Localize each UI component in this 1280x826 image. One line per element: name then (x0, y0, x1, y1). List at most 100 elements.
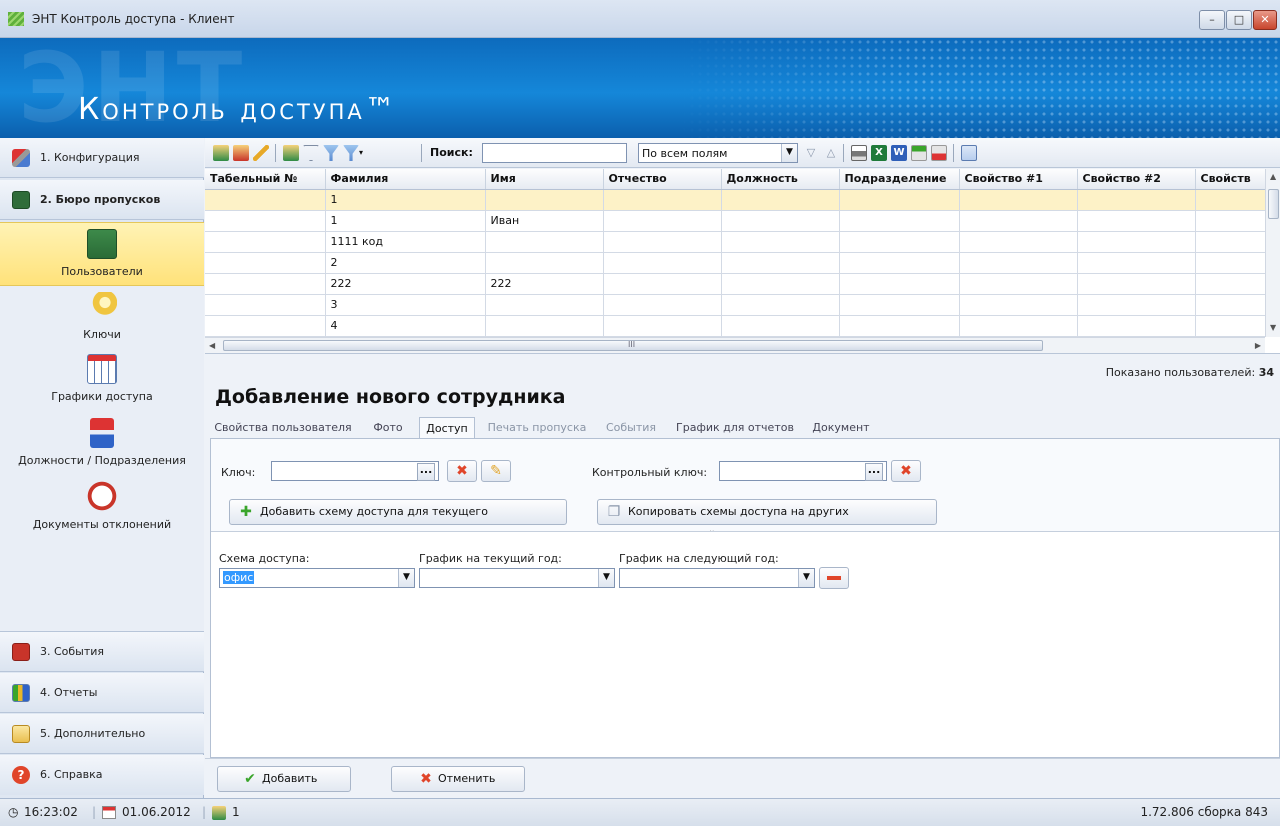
sub-item-users[interactable]: Пользователи (0, 222, 204, 286)
table-cell[interactable] (603, 189, 722, 211)
key-clear-button[interactable]: ✖ (447, 460, 477, 482)
table-cell[interactable] (959, 189, 1078, 211)
table-cell[interactable]: 1 (325, 189, 486, 211)
control-key-input[interactable] (719, 461, 887, 481)
table-cell[interactable] (1195, 210, 1266, 232)
scroll-down-icon[interactable]: ▼ (1270, 323, 1276, 332)
table-row[interactable]: 1 (205, 189, 1266, 211)
table-cell[interactable] (1077, 252, 1196, 274)
close-button[interactable]: ✕ (1253, 10, 1277, 30)
search-up-icon[interactable]: △ (823, 145, 839, 161)
table-cell[interactable] (205, 273, 326, 295)
next-year-schedule-select[interactable]: ▼ (619, 568, 815, 588)
table-cell[interactable] (603, 231, 722, 253)
table-cell[interactable] (839, 210, 960, 232)
table-cell[interactable] (485, 189, 604, 211)
search-down-icon[interactable]: ▽ (803, 145, 819, 161)
nav-help[interactable]: ? 6. Справка (0, 755, 204, 795)
table-cell[interactable] (1077, 189, 1196, 211)
table-row[interactable]: 1 Иван (205, 210, 1266, 232)
table-cell[interactable] (485, 231, 604, 253)
edit-pencil-icon[interactable] (253, 145, 269, 161)
table-cell[interactable] (485, 252, 604, 274)
key-input[interactable] (271, 461, 439, 481)
scroll-left-icon[interactable]: ◀ (209, 341, 215, 350)
copy-access-schemes-button[interactable]: ❐ Копировать схемы доступа на других пол… (597, 499, 937, 542)
chevron-down-icon[interactable]: ▼ (798, 569, 814, 587)
table-cell[interactable] (485, 294, 604, 316)
table-cell[interactable] (1195, 189, 1266, 211)
table-cell[interactable]: 1 (325, 210, 486, 232)
table-cell[interactable] (603, 210, 722, 232)
chevron-down-icon[interactable]: ▼ (598, 569, 614, 587)
column-header[interactable]: Табельный № (205, 169, 326, 190)
scroll-up-icon[interactable]: ▲ (1270, 172, 1276, 181)
table-cell[interactable] (1195, 315, 1266, 337)
column-header[interactable]: Свойств (1195, 169, 1266, 190)
tab-user-properties[interactable]: Свойства пользователя (213, 417, 353, 439)
column-header[interactable]: Свойство #1 (959, 169, 1078, 190)
nav-pass-bureau[interactable]: 2. Бюро пропусков (0, 180, 204, 220)
table-row[interactable]: 2 (205, 252, 1266, 274)
table-cell[interactable] (1195, 294, 1266, 316)
sub-item-keys[interactable]: Ключи (0, 290, 204, 352)
table-cell[interactable] (839, 231, 960, 253)
key-edit-button[interactable]: ✎ (481, 460, 511, 482)
sub-item-schedules[interactable]: Графики доступа (0, 352, 204, 414)
table-cell[interactable] (721, 231, 840, 253)
table-row[interactable]: 4 (205, 315, 1266, 337)
add-access-scheme-button[interactable]: ✚ Добавить схему доступа для текущего по… (229, 499, 567, 542)
table-cell[interactable] (1077, 231, 1196, 253)
filter-edit-icon[interactable] (323, 145, 339, 161)
nav-configuration[interactable]: 1. Конфигурация (0, 138, 204, 178)
table-cell[interactable] (205, 315, 326, 337)
table-cell[interactable] (1077, 315, 1196, 337)
cancel-button[interactable]: ✖ Отменить (391, 766, 525, 792)
chevron-down-icon[interactable]: ▼ (398, 569, 414, 587)
table-row[interactable]: 1111 код (205, 231, 1266, 253)
table-cell[interactable] (205, 189, 326, 211)
tab-document[interactable]: Документ (807, 417, 875, 439)
nav-additional[interactable]: 5. Дополнительно (0, 714, 204, 754)
import-up-icon[interactable] (911, 145, 927, 161)
table-cell[interactable]: 222 (485, 273, 604, 295)
horizontal-scroll-thumb[interactable]: III (223, 340, 1043, 351)
table-cell[interactable] (959, 231, 1078, 253)
sub-item-positions[interactable]: Должности / Подразделения (0, 416, 204, 478)
control-key-browse-button[interactable]: ... (865, 463, 883, 481)
table-cell[interactable] (839, 189, 960, 211)
search-input[interactable] (482, 143, 627, 163)
chevron-down-icon[interactable]: ▼ (781, 144, 797, 162)
table-cell[interactable] (721, 315, 840, 337)
table-cell[interactable] (959, 315, 1078, 337)
maximize-button[interactable]: □ (1226, 10, 1252, 30)
table-cell[interactable] (205, 210, 326, 232)
table-cell[interactable] (721, 210, 840, 232)
table-cell[interactable] (603, 294, 722, 316)
column-header[interactable]: Свойство #2 (1077, 169, 1196, 190)
table-cell[interactable] (205, 231, 326, 253)
table-cell[interactable] (1195, 252, 1266, 274)
export-down-icon[interactable] (931, 145, 947, 161)
key-browse-button[interactable]: ... (417, 463, 435, 481)
table-cell[interactable] (959, 294, 1078, 316)
export-excel-icon[interactable]: X (871, 145, 887, 161)
current-year-schedule-select[interactable]: ▼ (419, 568, 615, 588)
table-cell[interactable] (1077, 210, 1196, 232)
table-cell[interactable] (721, 273, 840, 295)
tab-report-schedule[interactable]: График для отчетов (673, 417, 797, 439)
table-cell[interactable] (205, 294, 326, 316)
tab-access[interactable]: Доступ (419, 417, 475, 439)
table-cell[interactable] (205, 252, 326, 274)
minimize-button[interactable]: – (1199, 10, 1225, 30)
table-cell[interactable] (839, 252, 960, 274)
table-cell[interactable]: 2 (325, 252, 486, 274)
table-horizontal-scrollbar[interactable]: ◀ III ▶ (205, 337, 1265, 353)
remove-user-icon[interactable] (233, 145, 249, 161)
nav-reports[interactable]: 4. Отчеты (0, 673, 204, 713)
column-header[interactable]: Должность (721, 169, 840, 190)
filter-dropdown-icon[interactable] (343, 145, 359, 161)
table-row[interactable]: 3 (205, 294, 1266, 316)
table-cell[interactable] (721, 252, 840, 274)
table-cell[interactable] (959, 273, 1078, 295)
